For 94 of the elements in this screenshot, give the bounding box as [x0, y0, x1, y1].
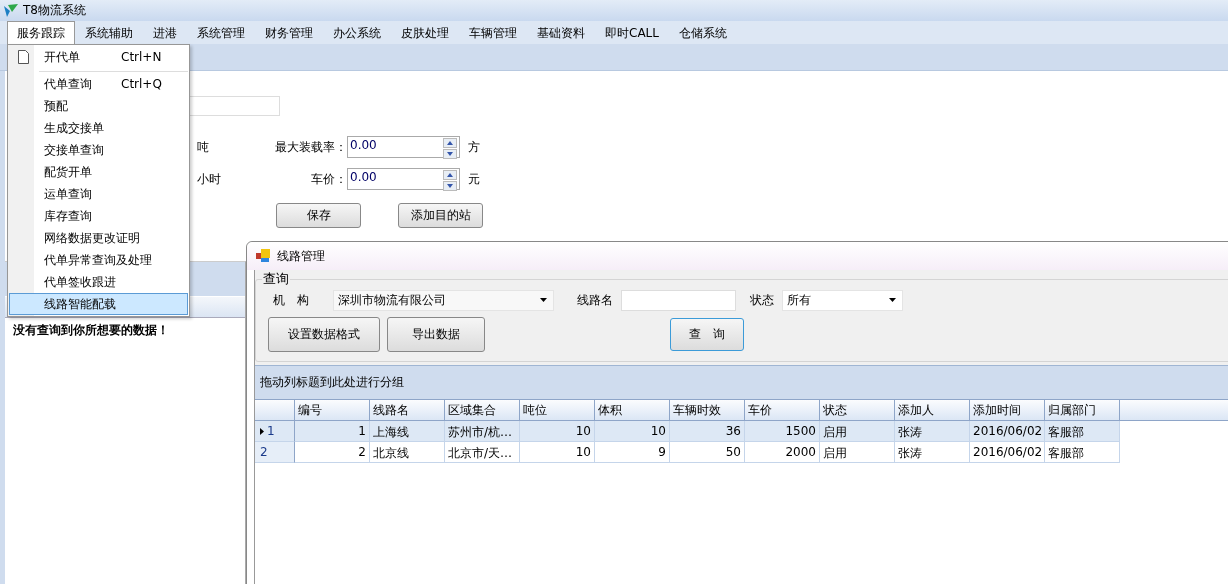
- current-row-icon: [260, 427, 264, 435]
- table-cell: 9: [595, 442, 670, 463]
- column-header[interactable]: 添加时间: [970, 400, 1045, 421]
- column-header[interactable]: 线路名: [370, 400, 445, 421]
- status-dropdown[interactable]: 所有: [782, 289, 903, 311]
- menu-item[interactable]: 交接单查询: [9, 139, 188, 161]
- toolbar-button[interactable]: 设置数据格式: [268, 316, 380, 352]
- org-dropdown[interactable]: 深圳市物流有限公司: [333, 289, 554, 311]
- number-field[interactable]: 0.00: [347, 168, 460, 190]
- menu-item[interactable]: 车辆管理: [459, 21, 527, 44]
- unit-label: 方: [467, 138, 480, 156]
- row-header: 2: [255, 442, 295, 463]
- menu-item[interactable]: 开代单 Ctrl+N: [9, 46, 188, 68]
- field-label: 车价：: [310, 170, 347, 188]
- table-cell: 客服部: [1045, 442, 1120, 463]
- column-header[interactable]: 归属部门: [1045, 400, 1120, 421]
- table-cell: 客服部: [1045, 421, 1120, 442]
- menu-item[interactable]: 代单签收跟进: [9, 271, 188, 293]
- menu-item[interactable]: 皮肤处理: [391, 21, 459, 44]
- menu-item[interactable]: 网络数据更改证明: [9, 227, 188, 249]
- column-header[interactable]: 体积: [595, 400, 670, 421]
- group-hint: 拖动列标题到此处进行分组: [260, 374, 404, 391]
- row-header: 1: [255, 421, 295, 442]
- table-cell: 上海线: [370, 421, 445, 442]
- menu-item[interactable]: 库存查询: [9, 205, 188, 227]
- column-header[interactable]: 添加人: [895, 400, 970, 421]
- menu-item[interactable]: 系统管理: [187, 21, 255, 44]
- spin-up-icon[interactable]: [443, 170, 457, 180]
- menu-item[interactable]: 即时CALL: [595, 21, 669, 44]
- spin-up-icon[interactable]: [443, 138, 457, 148]
- menu-item[interactable]: 系统辅助: [75, 21, 143, 44]
- menu-item[interactable]: 代单查询 Ctrl+Q: [9, 73, 188, 95]
- table-cell: 张涛: [895, 421, 970, 442]
- menu-item[interactable]: 服务跟踪: [7, 21, 75, 44]
- table-cell: 10: [520, 421, 595, 442]
- document-icon: [17, 50, 29, 64]
- field-label: 线路名: [577, 291, 613, 309]
- dropdown-arrow-icon[interactable]: [540, 298, 547, 302]
- column-header[interactable]: 吨位: [520, 400, 595, 421]
- menu-item[interactable]: 线路智能配载: [9, 293, 188, 315]
- menu-item[interactable]: 基础资料: [527, 21, 595, 44]
- app-logo-icon: [3, 2, 19, 19]
- window-title: T8物流系统: [23, 2, 86, 19]
- table-cell: 2: [295, 442, 370, 463]
- table-cell: 2000: [745, 442, 820, 463]
- group-title: 查询: [262, 270, 290, 288]
- menu-item[interactable]: 生成交接单: [9, 117, 188, 139]
- route-name-field[interactable]: [621, 289, 736, 311]
- column-header[interactable]: 车价: [745, 400, 820, 421]
- table-cell: 苏州市/杭…: [445, 421, 520, 442]
- table-cell: 10: [520, 442, 595, 463]
- table-cell: 36: [670, 421, 745, 442]
- menu-item[interactable]: 代单异常查询及处理: [9, 249, 188, 271]
- toolbar-button[interactable]: 导出数据: [387, 316, 485, 352]
- table-cell: 启用: [820, 442, 895, 463]
- spin-down-icon[interactable]: [443, 181, 457, 191]
- menu-item[interactable]: 预配: [9, 95, 188, 117]
- table-cell: 1500: [745, 421, 820, 442]
- menu-item[interactable]: 进港: [143, 21, 187, 44]
- table-cell: 启用: [820, 421, 895, 442]
- table-cell: 北京线: [370, 442, 445, 463]
- column-header[interactable]: 编号: [295, 400, 370, 421]
- column-header[interactable]: 区域集合: [445, 400, 520, 421]
- unit-label: 元: [467, 170, 480, 188]
- field-label: 最大装载率：: [274, 138, 347, 156]
- menu-item[interactable]: 财务管理: [255, 21, 323, 44]
- menu-item[interactable]: 仓储系统: [668, 21, 737, 44]
- menu-item[interactable]: 办公系统: [323, 21, 391, 44]
- table-cell: 10: [595, 421, 670, 442]
- window-icon: [256, 249, 270, 263]
- field-label: 机 构: [272, 291, 310, 309]
- empty-message: 没有查询到你所想要的数据！: [12, 322, 170, 339]
- table-cell: 50: [670, 442, 745, 463]
- column-header[interactable]: 状态: [820, 400, 895, 421]
- table-cell: 1: [295, 421, 370, 442]
- table-cell: 北京市/天…: [445, 442, 520, 463]
- table-cell: 2016/06/02: [970, 442, 1045, 463]
- column-header[interactable]: 车辆时效: [670, 400, 745, 421]
- query-button[interactable]: 查 询: [670, 317, 744, 351]
- unit-label: 小时: [196, 170, 222, 188]
- window-title: 线路管理: [277, 247, 325, 265]
- field-label: 状态: [750, 291, 774, 309]
- menu-item[interactable]: 运单查询: [9, 183, 188, 205]
- number-field[interactable]: 0.00: [347, 136, 460, 158]
- menu-item[interactable]: 配货开单: [9, 161, 188, 183]
- table-cell: 张涛: [895, 442, 970, 463]
- form-button[interactable]: 保存: [276, 202, 361, 228]
- table-cell: 2016/06/02: [970, 421, 1045, 442]
- spin-down-icon[interactable]: [443, 149, 457, 159]
- form-button[interactable]: 添加目的站: [398, 202, 483, 228]
- table-row[interactable]: 1 1 上海线 苏州市/杭… 10 10 36 1500 启用 张涛 2016/06/02 客服部: [255, 421, 1228, 442]
- dropdown-arrow-icon[interactable]: [889, 298, 896, 302]
- table-row[interactable]: 2 2 北京线 北京市/天… 10 9 50 2000 启用 张涛 2016/06/02 客服部: [255, 442, 1228, 463]
- unit-label: 吨: [196, 138, 210, 156]
